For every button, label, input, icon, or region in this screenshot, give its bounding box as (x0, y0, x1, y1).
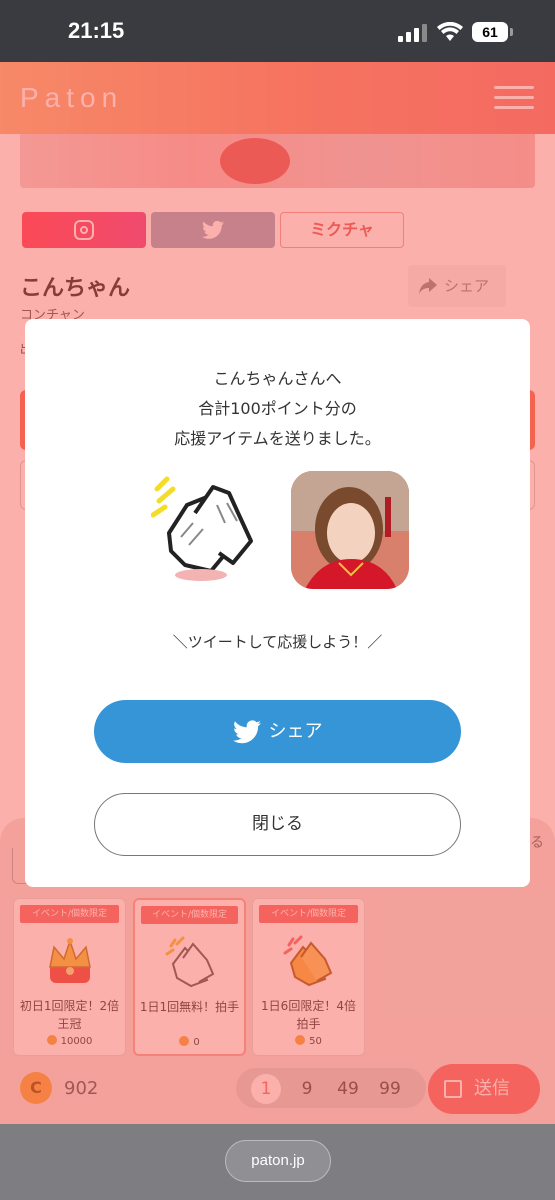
creator-photo (291, 471, 409, 589)
modal-message-line1: こんちゃんさんへ (213, 369, 342, 388)
battery-icon: 61 (472, 22, 508, 42)
tweet-hint: ＼ツイートして応援しよう！／ (172, 633, 383, 651)
status-bar: 21:15 61 (0, 0, 555, 62)
twitter-bird-icon (232, 720, 261, 744)
twitter-share-button[interactable]: シェア (94, 700, 461, 763)
close-modal-button[interactable]: 閉じる (94, 793, 461, 856)
twitter-share-label: シェア (268, 721, 323, 742)
gift-sent-modal: こんちゃんさんへ 合計100ポイント分の 応援アイテムを送りました。 ＼ツイート… (25, 319, 530, 887)
status-time: 21:15 (68, 18, 125, 43)
wifi-icon (437, 22, 463, 41)
browser-bottom-bar: paton.jp (0, 1124, 555, 1200)
modal-message-line2: 合計100ポイント分の (198, 399, 357, 418)
signal-icon (398, 24, 428, 42)
clapping-hands-icon (151, 476, 253, 581)
creator-avatar (291, 471, 409, 589)
address-bar[interactable]: paton.jp (225, 1140, 331, 1182)
modal-message-line3: 応援アイテムを送りました。 (174, 429, 381, 448)
battery-tip (510, 28, 513, 36)
